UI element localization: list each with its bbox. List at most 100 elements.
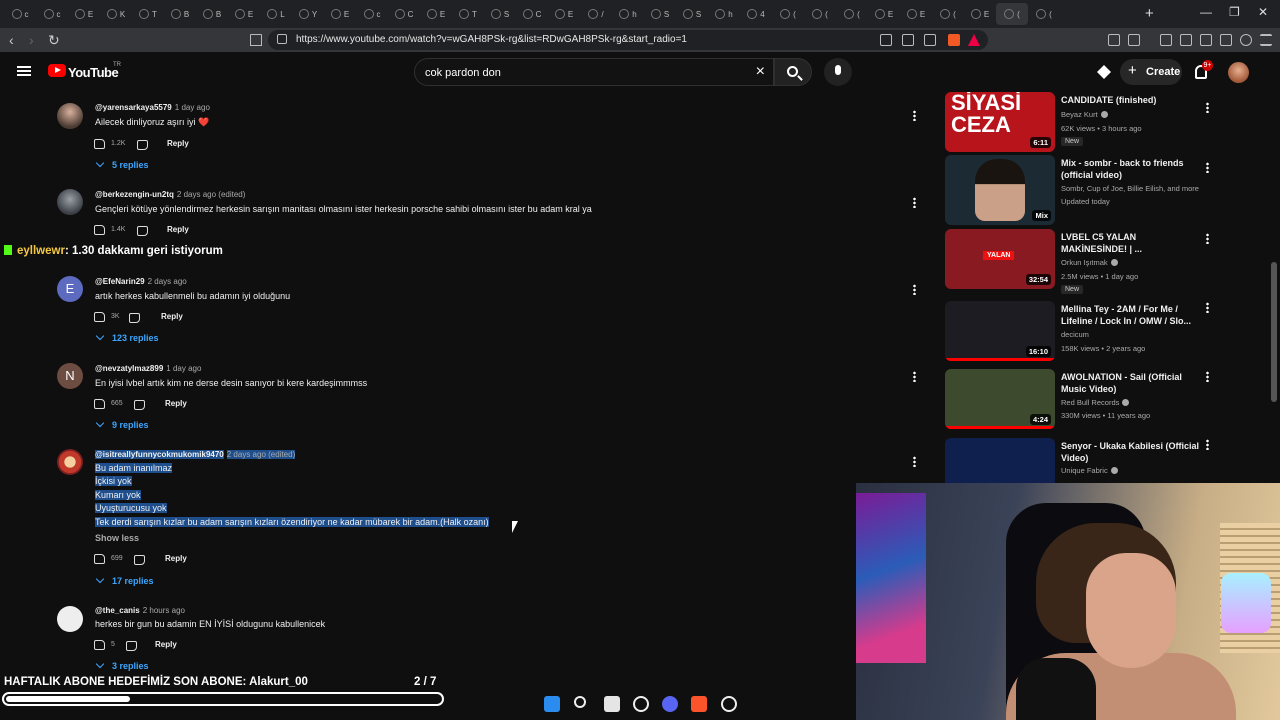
more-vert-icon[interactable] — [1206, 102, 1209, 113]
avatar[interactable] — [1228, 62, 1249, 83]
more-vert-icon[interactable] — [913, 371, 916, 382]
browser-tab[interactable]: ( — [932, 3, 964, 25]
replies-toggle[interactable]: 9 replies — [95, 418, 149, 430]
browser-tab[interactable]: C — [516, 3, 548, 25]
recommended-video[interactable]: Senyor - Ukaka Kabilesi (Official Video)… — [940, 438, 1280, 484]
browser-tab[interactable]: T — [132, 3, 164, 25]
like-icon[interactable] — [94, 554, 105, 564]
new-tab-button[interactable]: + — [1145, 5, 1154, 22]
avatar[interactable] — [57, 606, 83, 632]
youtube-logo-text[interactable]: YouTube — [68, 65, 119, 80]
comment-time[interactable]: 2 hours ago — [143, 606, 185, 615]
comment-author[interactable]: @isitreallyfunnycokmukomik9470 2 days ago… — [95, 450, 296, 459]
like-icon[interactable] — [94, 312, 105, 322]
comment-time[interactable]: 2 days ago (edited) — [177, 190, 246, 199]
vpn-icon[interactable] — [1240, 34, 1252, 46]
browser-tab[interactable]: ( — [772, 3, 804, 25]
video-title[interactable]: AWOLNATION - Sail (Official Music Video) — [1061, 371, 1201, 395]
browser-tab[interactable]: E — [68, 3, 100, 25]
more-vert-icon[interactable] — [913, 110, 916, 121]
like-icon[interactable] — [94, 640, 105, 650]
search-button[interactable] — [774, 58, 812, 86]
author-name[interactable]: @nevzatylmaz899 — [95, 364, 163, 373]
close-window-icon[interactable]: ✕ — [1258, 5, 1268, 19]
comment-author[interactable]: @yarensarkaya5579 1 day ago — [95, 103, 210, 112]
author-name[interactable]: @the_canis — [95, 606, 140, 615]
browser-tab[interactable]: E — [548, 3, 580, 25]
channel-name[interactable]: Unique Fabric — [1061, 466, 1118, 475]
browser-tab[interactable]: c — [4, 3, 36, 25]
leo-icon[interactable] — [1200, 34, 1212, 46]
dislike-icon[interactable] — [137, 226, 148, 236]
reply-button[interactable]: Reply — [155, 640, 177, 649]
like-icon[interactable] — [94, 225, 105, 235]
recommended-video[interactable]: Mix Mix - sombr - back to friends (offic… — [940, 155, 1280, 225]
browser-tab[interactable]: E — [964, 3, 996, 25]
sidebar-scrollbar[interactable] — [1271, 262, 1277, 402]
share-icon[interactable] — [924, 34, 936, 46]
browser-tab[interactable]: K — [100, 3, 132, 25]
dislike-icon[interactable] — [129, 313, 140, 323]
dislike-icon[interactable] — [137, 140, 148, 150]
brave-shield-icon[interactable] — [948, 34, 960, 46]
voice-search-button[interactable] — [824, 58, 852, 86]
translate-icon[interactable] — [902, 34, 914, 46]
wallet-icon[interactable] — [1128, 34, 1140, 46]
site-settings-icon[interactable] — [277, 34, 287, 44]
author-name[interactable]: @EfeNarin29 — [95, 277, 145, 286]
address-bar[interactable]: https://www.youtube.com/watch?v=wGAH8PSk… — [268, 30, 988, 50]
avatar[interactable] — [57, 189, 83, 215]
replies-toggle[interactable]: 123 replies — [95, 331, 159, 343]
channel-name[interactable]: decicum — [1061, 330, 1089, 339]
dislike-icon[interactable] — [126, 641, 137, 651]
comment-time[interactable]: 2 days ago (edited) — [226, 450, 296, 459]
browser-tab[interactable]: ( — [804, 3, 836, 25]
browser-tab[interactable]: L — [260, 3, 292, 25]
video-thumbnail[interactable]: SİYASİ CEZA 6:11 — [945, 92, 1055, 152]
browser-tab[interactable]: T — [452, 3, 484, 25]
video-title[interactable]: LVBEL C5 YALAN MAKİNESİNDE! | ... — [1061, 231, 1201, 255]
browser-tab[interactable]: S — [644, 3, 676, 25]
comment-author[interactable]: @the_canis 2 hours ago — [95, 606, 185, 615]
browser-tab[interactable]: E — [228, 3, 260, 25]
comment-time[interactable]: 1 day ago — [166, 364, 201, 373]
extensions-icon[interactable] — [1108, 34, 1120, 46]
brave-rewards-icon[interactable] — [968, 34, 980, 46]
avatar[interactable]: N — [57, 363, 83, 389]
sidebar-icon[interactable] — [1180, 34, 1192, 46]
browser-tab[interactable]: ( — [996, 3, 1028, 25]
reply-button[interactable]: Reply — [167, 225, 189, 234]
more-vert-icon[interactable] — [1206, 371, 1209, 382]
like-icon[interactable] — [94, 139, 105, 149]
more-vert-icon[interactable] — [1206, 162, 1209, 173]
clear-search-icon[interactable]: × — [756, 63, 765, 81]
replies-toggle[interactable]: 5 replies — [95, 158, 149, 170]
browser-tab[interactable]: ( — [836, 3, 868, 25]
browser-tab[interactable]: C — [388, 3, 420, 25]
reload-icon[interactable]: ↻ — [48, 32, 60, 49]
video-thumbnail[interactable]: Mix — [945, 155, 1055, 225]
dislike-icon[interactable] — [134, 555, 145, 565]
video-thumbnail[interactable] — [945, 438, 1055, 484]
forward-icon[interactable]: › — [29, 32, 34, 48]
browser-tab[interactable]: E — [900, 3, 932, 25]
comment-time[interactable]: 2 days ago — [148, 277, 187, 286]
hamburger-icon[interactable] — [17, 66, 31, 76]
author-name[interactable]: @berkezengin-un2tq — [95, 190, 174, 199]
more-vert-icon[interactable] — [1206, 302, 1209, 313]
channel-name[interactable]: Sombr, Cup of Joe, Billie Eilish, and mo… — [1061, 184, 1199, 193]
like-icon[interactable] — [94, 399, 105, 409]
video-title[interactable]: Mix - sombr - back to friends (official … — [1061, 157, 1201, 181]
brave-icon[interactable] — [691, 696, 707, 712]
youtube-logo-icon[interactable] — [48, 64, 66, 77]
search-icon[interactable] — [574, 696, 586, 708]
windows-start-icon[interactable] — [544, 696, 560, 712]
browser-tab[interactable]: h — [708, 3, 740, 25]
avatar[interactable] — [57, 449, 83, 475]
browser-tab[interactable]: E — [420, 3, 452, 25]
browser-tab[interactable]: c — [356, 3, 388, 25]
browser-tab[interactable]: ( — [1028, 3, 1060, 25]
reply-button[interactable]: Reply — [167, 139, 189, 148]
search-input[interactable]: cok pardon don × — [414, 58, 774, 86]
author-name[interactable]: @yarensarkaya5579 — [95, 103, 172, 112]
